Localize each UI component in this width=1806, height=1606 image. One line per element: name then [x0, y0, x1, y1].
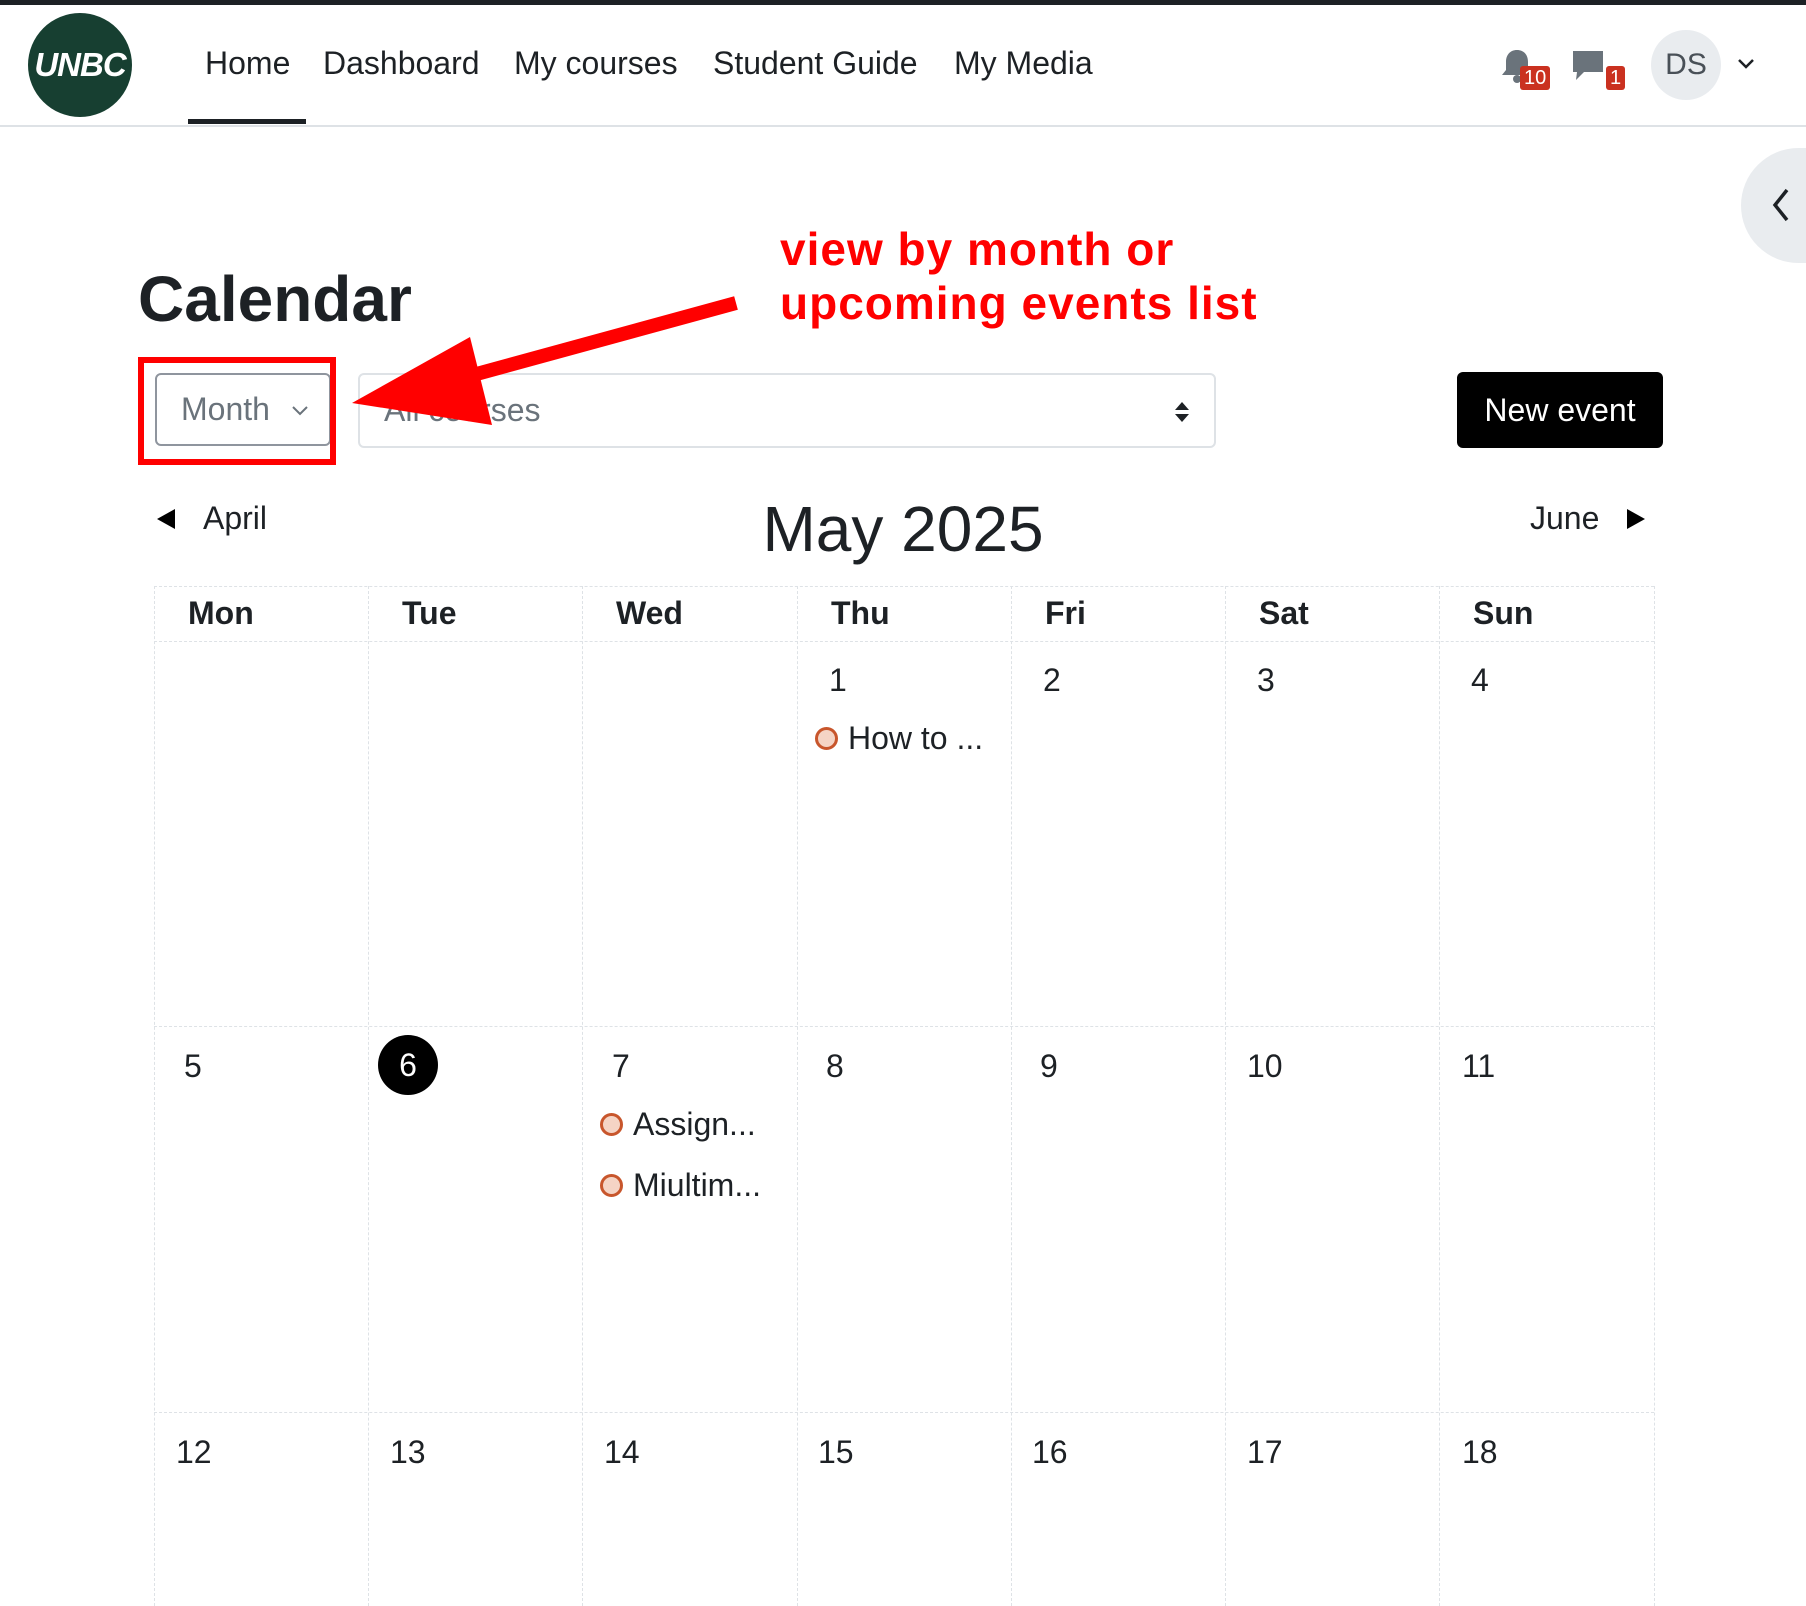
day-cell-14[interactable]: 14 — [604, 1434, 640, 1471]
nav-student-guide[interactable]: Student Guide — [713, 45, 918, 82]
grid-line — [1225, 586, 1226, 1606]
calendar-event[interactable]: Assign... — [600, 1106, 756, 1143]
nav-active-indicator — [188, 119, 306, 124]
grid-line — [154, 1412, 1654, 1413]
chevron-left-icon — [1772, 188, 1789, 222]
day-cell-1[interactable]: 1 — [829, 662, 847, 699]
nav-home[interactable]: Home — [205, 45, 290, 82]
grid-line — [797, 586, 798, 1606]
nav-my-courses[interactable]: My courses — [514, 45, 678, 82]
event-dot-icon — [815, 727, 838, 750]
day-cell-9[interactable]: 9 — [1040, 1048, 1058, 1085]
annotation-text: view by month or upcoming events list — [780, 222, 1258, 330]
day-cell-10[interactable]: 10 — [1247, 1048, 1283, 1085]
page-title: Calendar — [138, 263, 412, 335]
day-cell-16[interactable]: 16 — [1032, 1434, 1068, 1471]
weekday-sat: Sat — [1259, 595, 1309, 631]
next-month-label: June — [1530, 500, 1600, 536]
day-cell-7[interactable]: 7 — [612, 1048, 630, 1085]
grid-line — [368, 586, 369, 1606]
day-cell-4[interactable]: 4 — [1471, 662, 1489, 699]
nav-dashboard[interactable]: Dashboard — [323, 45, 480, 82]
day-cell-3[interactable]: 3 — [1257, 662, 1275, 699]
messages-button[interactable]: 1 — [1570, 48, 1626, 92]
annotation-line-1: view by month or — [780, 223, 1175, 275]
annotation-line-2: upcoming events list — [780, 277, 1258, 329]
day-cell-15[interactable]: 15 — [818, 1434, 854, 1471]
grid-line — [582, 586, 583, 1606]
weekday-thu: Thu — [831, 595, 890, 631]
event-title: Assign... — [633, 1106, 756, 1142]
day-cell-8[interactable]: 8 — [826, 1048, 844, 1085]
annotation-highlight-box — [138, 357, 336, 465]
day-cell-11[interactable]: 11 — [1462, 1048, 1495, 1085]
weekday-tue: Tue — [402, 595, 457, 631]
event-title: How to ... — [848, 720, 984, 756]
course-select-value: All courses — [384, 392, 541, 428]
nav-my-media[interactable]: My Media — [954, 45, 1093, 82]
event-dot-icon — [600, 1174, 623, 1197]
drawer-toggle-button[interactable] — [1741, 148, 1806, 263]
messages-badge: 1 — [1606, 66, 1626, 90]
unbc-logo[interactable]: UNBC — [28, 13, 132, 117]
weekday-sun: Sun — [1473, 595, 1534, 631]
calendar-event[interactable]: How to ... — [815, 720, 983, 757]
calendar-event[interactable]: Miultim... — [600, 1167, 761, 1204]
notifications-button[interactable]: 10 — [1500, 48, 1552, 92]
day-cell-2[interactable]: 2 — [1043, 662, 1061, 699]
day-cell-13[interactable]: 13 — [390, 1434, 426, 1471]
current-month-label: May 2025 — [762, 493, 1044, 565]
chat-icon — [1573, 51, 1603, 80]
day-cell-18[interactable]: 18 — [1462, 1434, 1498, 1471]
weekday-header-row: Mon Tue Wed Thu Fri Sat Sun — [154, 586, 1654, 642]
grid-line — [1439, 586, 1440, 1606]
grid-line — [1011, 586, 1012, 1606]
notifications-badge: 10 — [1520, 66, 1551, 90]
user-avatar[interactable]: DS — [1651, 30, 1721, 100]
grid-line — [154, 586, 155, 1606]
navbar: UNBC Home Dashboard My courses Student G… — [0, 5, 1806, 127]
grid-line — [1654, 586, 1655, 1606]
event-title: Miultim... — [633, 1167, 761, 1203]
logo-text: UNBC — [34, 46, 126, 83]
weekday-wed: Wed — [616, 595, 683, 631]
course-select[interactable]: All courses — [358, 373, 1216, 448]
new-event-button[interactable]: New event — [1457, 372, 1663, 448]
grid-line — [154, 1026, 1654, 1027]
weekday-fri: Fri — [1045, 595, 1086, 631]
triangle-right-icon — [1627, 508, 1646, 529]
day-cell-5[interactable]: 5 — [184, 1048, 202, 1085]
chevron-down-icon[interactable] — [1736, 57, 1756, 71]
day-cell-12[interactable]: 12 — [176, 1434, 212, 1471]
next-month-link[interactable]: June — [1530, 500, 1647, 537]
day-cell-today[interactable]: 6 — [378, 1035, 438, 1095]
day-cell-17[interactable]: 17 — [1247, 1434, 1283, 1471]
event-dot-icon — [600, 1113, 623, 1136]
calendar-month-grid: Mon Tue Wed Thu Fri Sat Sun 1 2 3 4 How … — [154, 586, 1655, 1606]
sort-arrows-icon — [1175, 402, 1189, 422]
weekday-mon: Mon — [188, 595, 254, 631]
